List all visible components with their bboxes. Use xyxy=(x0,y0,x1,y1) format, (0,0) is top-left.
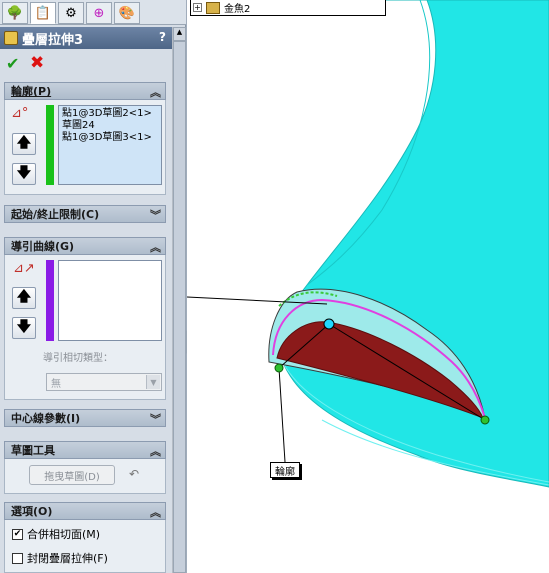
dimxpert-tab[interactable]: ⊕ xyxy=(86,2,112,24)
profile-callout[interactable]: 輪廓 xyxy=(270,462,300,478)
loft-body xyxy=(280,0,549,488)
move-up-button[interactable]: 🡅 xyxy=(12,287,36,309)
feature-tree-icon: 🌳 xyxy=(6,5,24,21)
expand-tree-icon[interactable]: + xyxy=(193,3,202,12)
list-item[interactable]: 點1@3D草圖3<1> xyxy=(62,132,158,144)
feature-tree-flyout[interactable]: + 金魚2 xyxy=(190,0,386,16)
sketch-point xyxy=(480,415,490,425)
expand-icon: ︾ xyxy=(150,413,161,426)
options-group-header[interactable]: 選項(O) ︽ xyxy=(4,502,166,520)
feature-tree-tab[interactable]: 🌳 xyxy=(2,2,28,24)
tangency-type-select: 無 ▼ xyxy=(46,373,162,391)
profile-selection-icon: ⊿° xyxy=(11,106,29,121)
collapse-icon: ︽ xyxy=(150,445,161,458)
loft-icon xyxy=(4,31,18,45)
ok-check-icon[interactable]: ✔ xyxy=(6,54,19,73)
close-loft-checkbox[interactable] xyxy=(12,552,23,564)
property-manager-panel: 🌳 📋 ⚙ ⊕ 🎨 疊層拉伸3 ? ✔ ✖ 輪廓(P) ︽ ⊿° 🡅 🡇 點1@… xyxy=(0,0,186,573)
arrow-down-icon: 🡇 xyxy=(16,165,32,181)
guide-color-bar xyxy=(46,260,54,341)
merge-tangent-option[interactable]: ✔ 合併相切面(M) xyxy=(12,526,100,542)
close-loft-option[interactable]: 封閉疊層拉伸(F) xyxy=(12,550,108,566)
feature-title: 疊層拉伸3 xyxy=(22,32,84,48)
profiles-listbox[interactable]: 點1@3D草圖2<1> 草圖24 點1@3D草圖3<1> xyxy=(58,105,162,185)
drag-sketch-button: 拖曳草圖(D) xyxy=(29,465,115,485)
display-manager-icon: 🎨 xyxy=(118,5,136,21)
close-loft-label: 封閉疊層拉伸(F) xyxy=(27,552,108,565)
profile-color-bar xyxy=(46,105,54,185)
tangency-type-label: 導引相切類型： xyxy=(43,353,113,364)
sketch-tools-header[interactable]: 草圖工具 ︽ xyxy=(4,441,166,459)
profiles-group-header[interactable]: 輪廓(P) ︽ xyxy=(4,82,166,100)
cancel-x-icon[interactable]: ✖ xyxy=(30,53,44,73)
part-icon xyxy=(206,1,220,14)
callout-label: 輪廓 xyxy=(275,466,295,478)
configuration-icon: ⚙ xyxy=(65,5,77,21)
model-viewport[interactable] xyxy=(187,0,549,573)
profiles-group-title: 輪廓(P) xyxy=(11,85,52,98)
property-manager-tab[interactable]: 📋 xyxy=(30,2,56,24)
arrow-down-icon: 🡇 xyxy=(16,319,32,335)
configuration-tab[interactable]: ⚙ xyxy=(58,2,84,24)
arrow-up-icon: 🡅 xyxy=(16,135,32,151)
options-title: 選項(O) xyxy=(11,505,53,518)
guide-curves-group-body: ⊿↗ 🡅 🡇 導引相切類型： 無 ▼ xyxy=(4,255,166,400)
dimxpert-icon: ⊕ xyxy=(93,5,105,21)
sketch-line-2 xyxy=(278,367,286,463)
merge-tangent-checkbox[interactable]: ✔ xyxy=(12,528,23,540)
help-icon[interactable]: ? xyxy=(159,30,166,44)
collapse-icon: ︽ xyxy=(150,241,161,254)
expand-icon: ︾ xyxy=(150,209,161,222)
undo-drag-icon: ↶ xyxy=(129,467,140,481)
start-end-title: 起始/終止限制(C) xyxy=(11,208,100,221)
graphics-area[interactable] xyxy=(187,0,549,573)
list-item[interactable]: 草圖24 xyxy=(62,120,158,132)
profiles-group-body: ⊿° 🡅 🡇 點1@3D草圖2<1> 草圖24 點1@3D草圖3<1> xyxy=(4,100,166,195)
centerline-title: 中心線參數(I) xyxy=(11,412,81,425)
centerline-parameters-header[interactable]: 中心線參數(I) ︾ xyxy=(4,409,166,427)
sketch-point xyxy=(274,363,284,373)
sketch-tools-body: 拖曳草圖(D) ↶ xyxy=(4,459,166,494)
confirm-row: ✔ ✖ xyxy=(0,52,172,76)
collapse-icon: ︽ xyxy=(150,506,161,519)
property-manager-icon: 📋 xyxy=(34,5,52,21)
guide-curve-selection-icon: ⊿↗ xyxy=(13,261,35,276)
collapse-icon: ︽ xyxy=(150,86,161,99)
scrollbar-thumb[interactable] xyxy=(173,41,186,573)
property-manager-title: 疊層拉伸3 ? xyxy=(0,27,172,49)
tangency-type-value: 無 xyxy=(51,378,61,390)
scroll-up-icon[interactable]: ▲ xyxy=(173,27,186,41)
move-up-button[interactable]: 🡅 xyxy=(12,133,36,155)
merge-tangent-label: 合併相切面(M) xyxy=(27,528,101,541)
move-down-button[interactable]: 🡇 xyxy=(12,317,36,339)
chevron-down-icon: ▼ xyxy=(146,375,160,389)
tree-item-label[interactable]: 金魚2 xyxy=(224,0,250,15)
guide-curves-listbox[interactable] xyxy=(58,260,162,341)
guide-curves-title: 導引曲線(G) xyxy=(11,240,75,253)
start-end-constraints-header[interactable]: 起始/終止限制(C) ︾ xyxy=(4,205,166,223)
guide-curves-group-header[interactable]: 導引曲線(G) ︽ xyxy=(4,237,166,255)
sketch-tools-title: 草圖工具 xyxy=(11,444,55,457)
selected-sketch-point xyxy=(323,318,335,330)
list-item[interactable]: 點1@3D草圖2<1> xyxy=(62,108,158,120)
panel-scrollbar[interactable]: ▲ xyxy=(172,27,186,573)
manager-tab-bar: 🌳 📋 ⚙ ⊕ 🎨 xyxy=(0,0,186,25)
display-manager-tab[interactable]: 🎨 xyxy=(114,2,140,24)
arrow-up-icon: 🡅 xyxy=(16,289,32,305)
move-down-button[interactable]: 🡇 xyxy=(12,163,36,185)
